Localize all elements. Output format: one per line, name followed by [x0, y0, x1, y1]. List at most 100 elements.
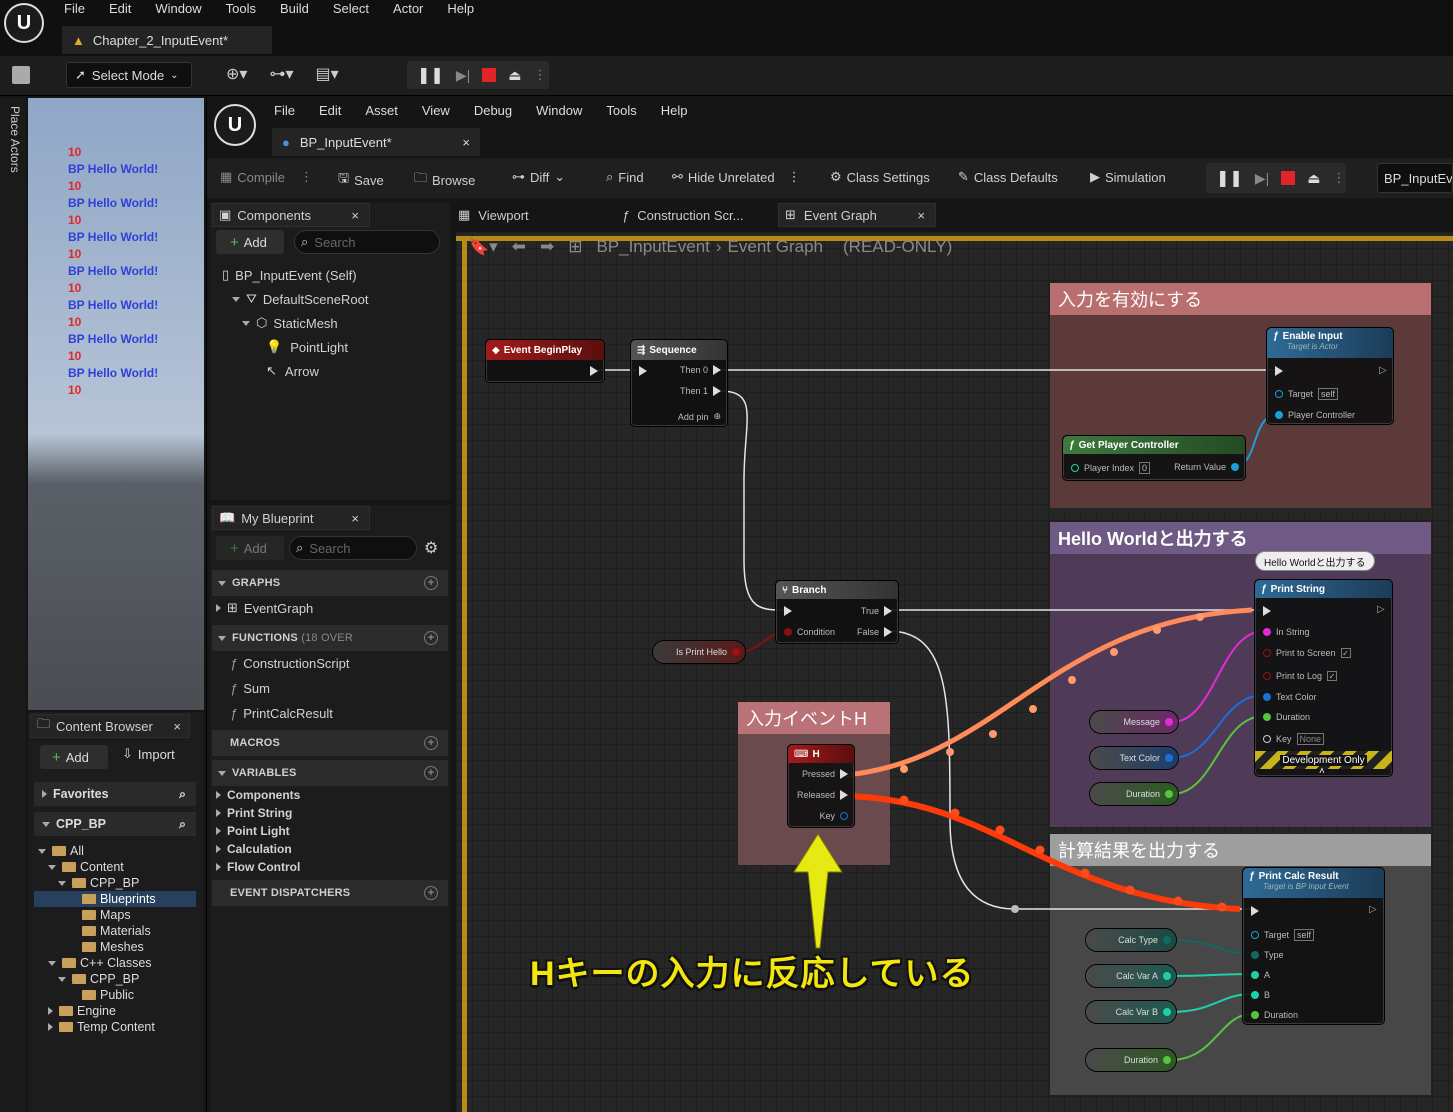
- pin-player-index[interactable]: Player Index 0: [1071, 462, 1151, 474]
- node-title: H: [812, 748, 820, 760]
- pin-icon: [1263, 693, 1271, 701]
- checkbox-checked-icon[interactable]: ✓: [1340, 648, 1351, 658]
- exec-out-pin[interactable]: ▷: [1369, 904, 1377, 915]
- pin-icon: [1263, 713, 1271, 721]
- pin-label: Condition: [797, 627, 836, 637]
- checkbox-checked-icon[interactable]: ✓: [1327, 671, 1338, 681]
- var-label: Duration: [1123, 1055, 1158, 1065]
- node-print-string[interactable]: ƒ Print String ▷ In String Print to Scree…: [1254, 579, 1393, 777]
- pin-then1[interactable]: Then 1: [680, 386, 721, 396]
- pin-label: Player Controller: [1288, 410, 1356, 420]
- node-var-calc-a[interactable]: Calc Var A: [1086, 965, 1176, 987]
- pin-duration[interactable]: Duration: [1251, 1010, 1298, 1020]
- pin-icon: [1263, 628, 1271, 636]
- pin-icon: [1163, 1056, 1171, 1064]
- node-var-calc-type[interactable]: Calc Type: [1086, 929, 1176, 951]
- node-sequence[interactable]: ⇶ Sequence Then 0 Then 1 Add pin ⊕: [630, 339, 728, 427]
- node-print-calc-result[interactable]: ƒ Print Calc Result Target is BP Input Ev…: [1242, 867, 1385, 1025]
- annotation-label: Hキーの入力に反応している: [530, 955, 975, 993]
- pin-label: Player Index: [1084, 463, 1135, 473]
- node-get-player-controller[interactable]: ƒ Get Player Controller Player Index 0 Ret…: [1062, 435, 1246, 481]
- pin-duration[interactable]: Duration: [1263, 712, 1310, 722]
- node-enable-input[interactable]: ƒ Enable Input Target is Actor ▷ Target se…: [1266, 327, 1394, 425]
- exec-in-pin[interactable]: [1251, 906, 1259, 916]
- pin-key-out[interactable]: Key: [819, 811, 848, 821]
- node-title: Sequence: [649, 344, 697, 356]
- pin-target[interactable]: Target self: [1275, 388, 1339, 400]
- function-icon: ƒ: [1261, 583, 1267, 595]
- pin-text-color[interactable]: Text Color: [1263, 692, 1317, 702]
- exec-in-pin[interactable]: [784, 606, 792, 616]
- pin-icon: [784, 628, 792, 636]
- pin-label: In String: [1276, 627, 1310, 637]
- node-var-text-color[interactable]: Text Color: [1090, 747, 1178, 769]
- node-var-is-print-hello[interactable]: Is Print Hello: [653, 641, 745, 663]
- pin-label: Then 0: [679, 365, 708, 375]
- pin-icon: [1231, 463, 1239, 471]
- pin-label: Print to Screen: [1276, 648, 1336, 658]
- pin-target[interactable]: Target self: [1251, 929, 1315, 941]
- node-var-message[interactable]: Message: [1090, 711, 1178, 733]
- pin-return-value[interactable]: Return Value: [1174, 462, 1239, 472]
- pin-label: Key: [819, 811, 835, 821]
- pin-label: Pressed: [801, 769, 835, 779]
- pin-released[interactable]: Released: [797, 790, 848, 800]
- node-key-h[interactable]: ⌨ H Pressed Released Key: [787, 744, 855, 828]
- add-pin-icon: ⊕: [713, 411, 721, 421]
- pin-icon: [1251, 991, 1259, 999]
- node-title: Event BeginPlay: [503, 344, 583, 356]
- pin-label: Text Color: [1276, 692, 1317, 702]
- pin-icon: [732, 648, 740, 656]
- chevron-up-icon[interactable]: ˄: [1319, 766, 1325, 777]
- add-pin-button[interactable]: Add pin ⊕: [678, 411, 721, 422]
- exec-out-pin[interactable]: ▷: [1377, 604, 1385, 615]
- pin-player-controller[interactable]: Player Controller: [1275, 410, 1355, 420]
- node-var-calc-b[interactable]: Calc Var B: [1086, 1001, 1176, 1023]
- pin-icon: [1263, 672, 1271, 680]
- pin-condition[interactable]: Condition: [784, 627, 835, 637]
- pin-a[interactable]: A: [1251, 970, 1270, 980]
- exec-in-pin[interactable]: [1263, 606, 1271, 616]
- pin-in-string[interactable]: In String: [1263, 627, 1310, 637]
- pin-type[interactable]: Type: [1251, 950, 1284, 960]
- pin-label: B: [1264, 990, 1271, 1000]
- pin-print-to-log[interactable]: Print to Log ✓: [1263, 671, 1338, 681]
- node-var-duration-2[interactable]: Duration: [1086, 1049, 1176, 1071]
- reroute-knot: [1011, 905, 1019, 913]
- node-event-beginplay[interactable]: ◆ Event BeginPlay: [485, 339, 605, 383]
- var-label: Calc Var A: [1116, 971, 1158, 981]
- pin-label: Duration: [1276, 712, 1311, 722]
- exec-out-pin[interactable]: [590, 366, 598, 376]
- pin-print-to-screen[interactable]: Print to Screen ✓: [1263, 648, 1351, 658]
- pin-pressed[interactable]: Pressed: [802, 769, 848, 779]
- pin-default: self: [1294, 929, 1315, 941]
- pin-key[interactable]: Key None: [1263, 733, 1325, 745]
- node-var-duration[interactable]: Duration: [1090, 783, 1178, 805]
- function-icon: ƒ: [1249, 871, 1255, 882]
- pin-true[interactable]: True: [861, 606, 892, 616]
- pin-b[interactable]: B: [1251, 990, 1270, 1000]
- node-title: Get Player Controller: [1078, 439, 1179, 451]
- event-icon: ◆: [492, 344, 500, 356]
- exec-pin-icon: [840, 769, 848, 779]
- wire-then1-branch: [719, 390, 786, 611]
- wire-calcb: [1169, 993, 1253, 1013]
- pin-icon: [1165, 790, 1173, 798]
- exec-out-pin[interactable]: ▷: [1379, 365, 1387, 376]
- branch-icon: ⑂: [782, 584, 788, 596]
- pin-icon: [1165, 718, 1173, 726]
- pin-icon: [1251, 1011, 1259, 1019]
- node-subtitle: Target is BP Input Event: [1263, 882, 1349, 891]
- exec-in-pin[interactable]: [639, 366, 647, 376]
- var-label: Message: [1123, 717, 1160, 727]
- pin-label: A: [1264, 970, 1271, 980]
- var-label: Calc Type: [1118, 935, 1158, 945]
- pin-then0[interactable]: Then 0: [680, 365, 721, 375]
- pin-label: False: [856, 627, 879, 637]
- pin-false[interactable]: False: [857, 627, 892, 637]
- bubble-text: Hello Worldと出力する: [1264, 557, 1366, 569]
- node-branch[interactable]: ⑂ Branch Condition True False: [775, 580, 899, 644]
- pin-label: Print to Log: [1276, 671, 1323, 681]
- exec-in-pin[interactable]: [1275, 366, 1283, 376]
- pin-label: Duration: [1264, 1010, 1299, 1020]
